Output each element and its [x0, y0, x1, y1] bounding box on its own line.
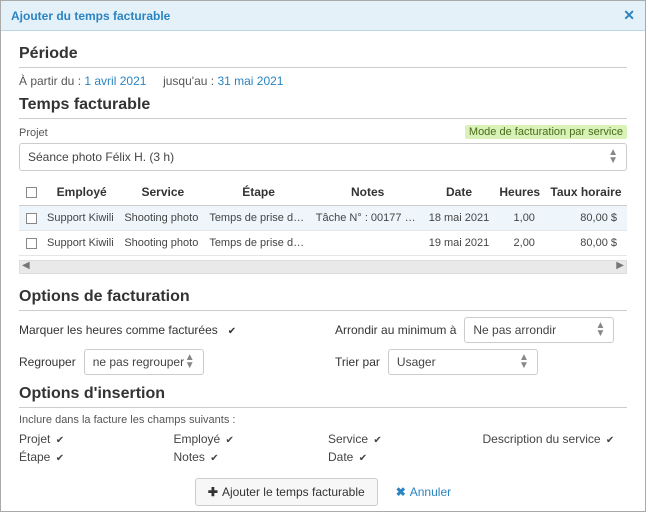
round-label: Arrondir au minimum à: [335, 323, 456, 337]
cell-rate: 80,00 $: [545, 206, 627, 231]
add-button-label: Ajouter le temps facturable: [222, 485, 365, 499]
plus-icon: ✚: [208, 485, 218, 499]
cell-step: Temps de prise d…: [205, 206, 311, 231]
col-rate[interactable]: Taux horaire: [545, 179, 627, 206]
select-all-checkbox[interactable]: [26, 187, 37, 198]
period-from-date[interactable]: 1 avril 2021: [84, 74, 146, 88]
table-row[interactable]: Support Kiwili Shooting photo Temps de p…: [19, 231, 627, 256]
group-select-value: ne pas regrouper: [93, 355, 184, 369]
modal-header: Ajouter du temps facturable ✕: [1, 1, 645, 31]
cell-notes: Tâche N° : 00177 …: [312, 206, 424, 231]
project-label: Projet: [19, 127, 48, 139]
insert-fields-grid: Projet Employé Service Description du se…: [19, 432, 627, 464]
field-step-checkbox[interactable]: [54, 450, 64, 464]
cell-notes: [312, 231, 424, 256]
insert-opts-desc: Inclure dans la facture les champs suiva…: [19, 414, 627, 426]
cell-date: 19 mai 2021: [423, 231, 494, 256]
modal-title: Ajouter du temps facturable: [11, 9, 170, 23]
cell-hours: 2,00: [495, 231, 545, 256]
mark-hours-label: Marquer les heures comme facturées: [19, 323, 218, 337]
modal-body: Période À partir du : 1 avril 2021 jusqu…: [1, 31, 645, 511]
field-service-checkbox[interactable]: [371, 432, 381, 446]
field-service-desc-label: Description du service: [483, 432, 601, 446]
period-to-date[interactable]: 31 mai 2021: [217, 74, 283, 88]
cell-rate: 80,00 $: [545, 231, 627, 256]
field-notes-label: Notes: [174, 450, 205, 464]
field-service-label: Service: [328, 432, 368, 446]
col-hours[interactable]: Heures: [495, 179, 545, 206]
round-select-value: Ne pas arrondir: [473, 323, 556, 337]
table-header-row: Employé Service Étape Notes Date Heures …: [19, 179, 627, 206]
group-select[interactable]: ne pas regrouper ▲▼: [84, 349, 204, 375]
col-step[interactable]: Étape: [205, 179, 311, 206]
section-billable-title: Temps facturable: [19, 96, 627, 119]
cell-service: Shooting photo: [120, 206, 205, 231]
horizontal-scrollbar[interactable]: [19, 260, 627, 274]
col-service[interactable]: Service: [120, 179, 205, 206]
cell-date: 18 mai 2021: [423, 206, 494, 231]
billing-mode-badge: Mode de facturation par service: [465, 125, 627, 139]
cell-step: Temps de prise d…: [205, 231, 311, 256]
section-billing-opts-title: Options de facturation: [19, 288, 627, 311]
section-insert-opts-title: Options d'insertion: [19, 385, 627, 408]
period-from-label: À partir du :: [19, 74, 81, 88]
cell-employee: Support Kiwili: [43, 206, 120, 231]
cell-service: Shooting photo: [120, 231, 205, 256]
col-date[interactable]: Date: [423, 179, 494, 206]
col-notes[interactable]: Notes: [312, 179, 424, 206]
mark-hours-checkbox[interactable]: [226, 323, 236, 337]
sort-select[interactable]: Usager ▲▼: [388, 349, 538, 375]
field-employee-label: Employé: [174, 432, 221, 446]
sort-label: Trier par: [335, 355, 380, 369]
section-period-title: Période: [19, 45, 627, 68]
sort-caret-icon: ▲▼: [519, 354, 529, 370]
billable-table: Employé Service Étape Notes Date Heures …: [19, 179, 627, 256]
field-date-label: Date: [328, 450, 353, 464]
period-row: À partir du : 1 avril 2021 jusqu'au : 31…: [19, 74, 627, 88]
sort-caret-icon: ▲▼: [185, 354, 195, 370]
cell-employee: Support Kiwili: [43, 231, 120, 256]
field-project-label: Projet: [19, 432, 50, 446]
modal-add-billable-time: Ajouter du temps facturable ✕ Période À …: [0, 0, 646, 512]
cancel-label: Annuler: [410, 485, 451, 499]
sort-caret-icon: ▲▼: [608, 149, 618, 165]
close-icon[interactable]: ✕: [623, 7, 635, 24]
field-employee-checkbox[interactable]: [224, 432, 234, 446]
field-notes-checkbox[interactable]: [208, 450, 218, 464]
cell-hours: 1,00: [495, 206, 545, 231]
footer-buttons: ✚ Ajouter le temps facturable ✖ Annuler: [19, 478, 627, 506]
field-project-checkbox[interactable]: [54, 432, 64, 446]
table-row[interactable]: Support Kiwili Shooting photo Temps de p…: [19, 206, 627, 231]
field-date-checkbox[interactable]: [357, 450, 367, 464]
field-service-desc-checkbox[interactable]: [604, 432, 614, 446]
row-checkbox[interactable]: [26, 238, 37, 249]
group-label: Regrouper: [19, 355, 76, 369]
field-step-label: Étape: [19, 450, 50, 464]
col-employee[interactable]: Employé: [43, 179, 120, 206]
sort-select-value: Usager: [397, 355, 436, 369]
sort-caret-icon: ▲▼: [595, 322, 605, 338]
cancel-link[interactable]: ✖ Annuler: [396, 485, 451, 499]
round-select[interactable]: Ne pas arrondir ▲▼: [464, 317, 614, 343]
row-checkbox[interactable]: [26, 213, 37, 224]
add-billable-time-button[interactable]: ✚ Ajouter le temps facturable: [195, 478, 378, 506]
period-to-label: jusqu'au :: [163, 74, 214, 88]
cancel-icon: ✖: [396, 485, 406, 499]
billable-header-row: Projet Mode de facturation par service: [19, 125, 627, 139]
project-select[interactable]: Séance photo Félix H. (3 h) ▲▼: [19, 143, 627, 171]
project-select-value: Séance photo Félix H. (3 h): [28, 150, 174, 164]
